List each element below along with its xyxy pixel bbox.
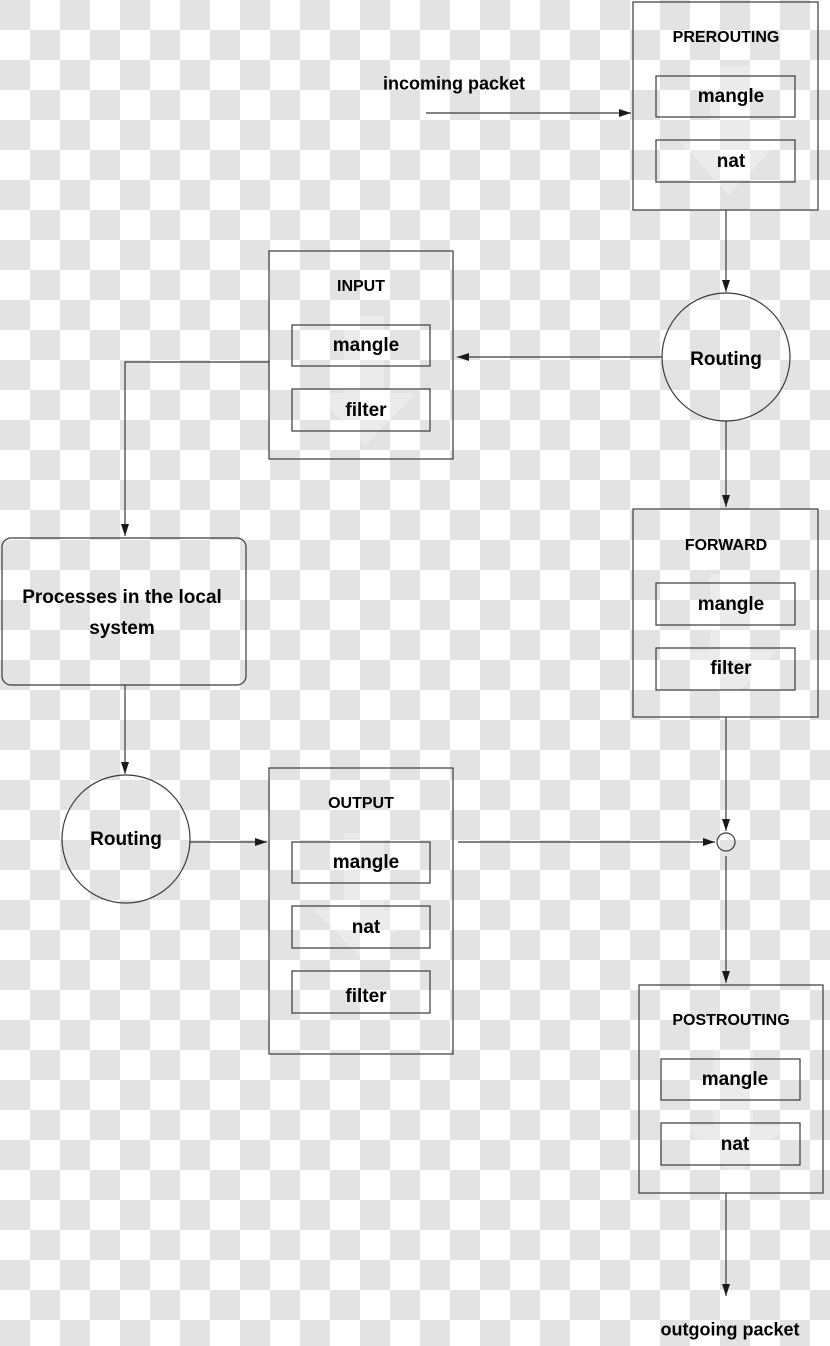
postrouting-title: POSTROUTING (672, 1012, 790, 1029)
forward-table-filter: filter (710, 658, 752, 679)
incoming-packet-label: incoming packet (382, 73, 526, 94)
outgoing-packet-label: outgoing packet (660, 1319, 800, 1340)
input-title: INPUT (337, 278, 385, 295)
output-table-mangle: mangle (332, 852, 400, 873)
output-table-filter: filter (345, 986, 387, 1007)
forward-table-mangle: mangle (697, 594, 765, 615)
prerouting-table-mangle: mangle (697, 86, 765, 107)
output-title: OUTPUT (328, 795, 394, 812)
input-table-mangle: mangle (332, 335, 400, 356)
prerouting-table-nat: nat (716, 151, 746, 172)
input-table-filter: filter (345, 400, 387, 421)
junction-circle (716, 832, 736, 852)
prerouting-title: PREROUTING (672, 29, 780, 46)
postrouting-table-mangle: mangle (701, 1069, 769, 1090)
forward-title: FORWARD (684, 537, 768, 554)
iptables-flow-diagram (1, 1, 824, 1296)
edge-input-to-processes (121, 361, 269, 536)
routing-top-label: Routing (690, 349, 762, 370)
processes-label: Processes in the local system (22, 587, 222, 639)
output-table-nat: nat (351, 917, 381, 938)
postrouting-table-nat: nat (720, 1134, 750, 1155)
routing-bottom-label: Routing (90, 829, 162, 850)
